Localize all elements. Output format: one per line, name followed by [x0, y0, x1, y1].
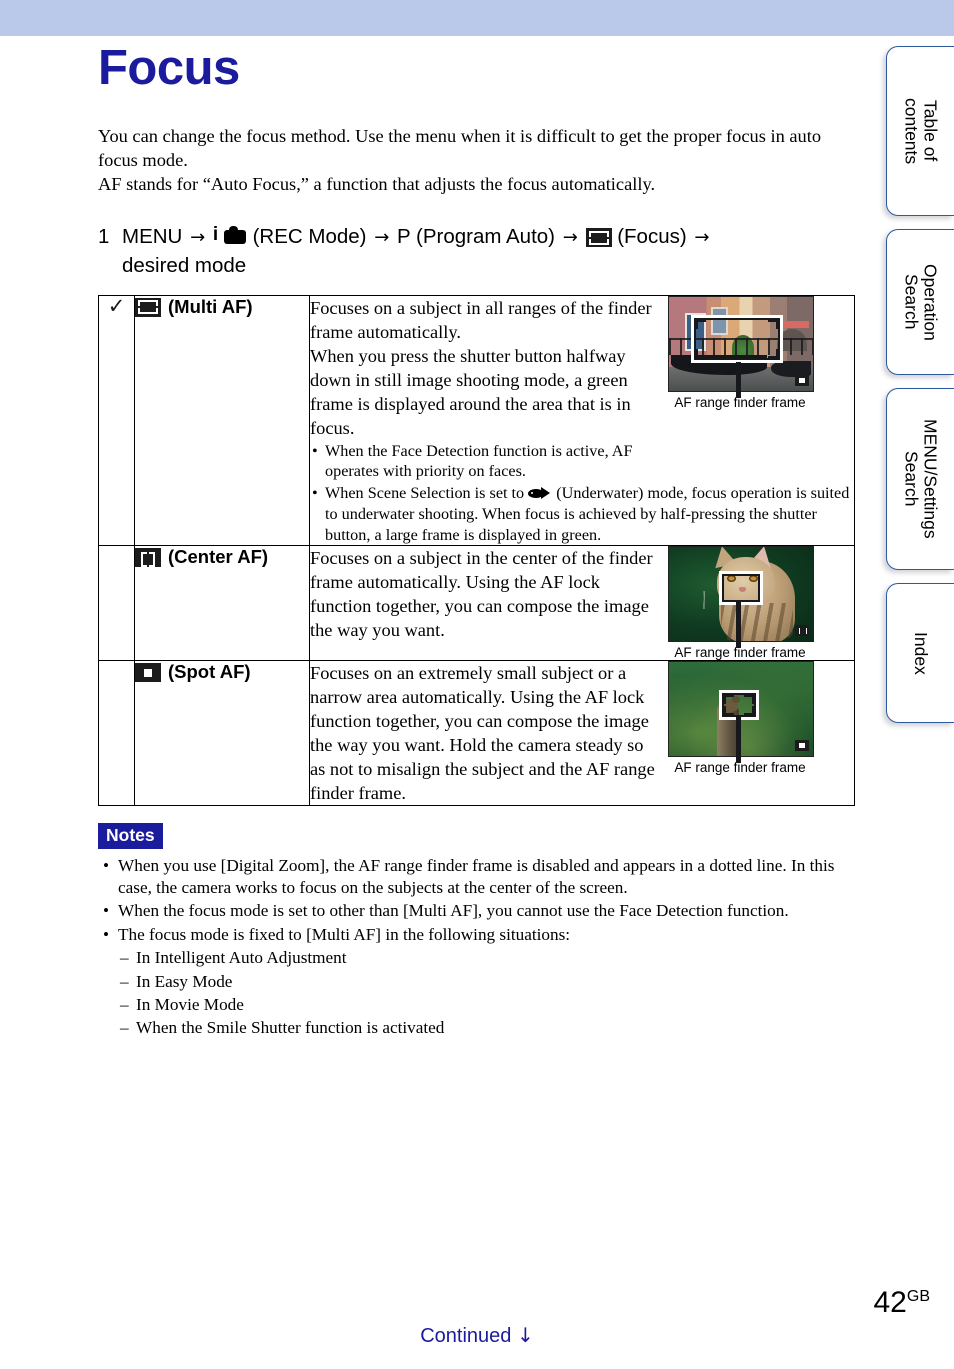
page-content: Focus You can change the focus method. U…	[98, 0, 855, 1040]
tab-label-menu-settings-search: MENU/Settings Search	[901, 419, 941, 539]
figure-leader-line	[736, 361, 741, 398]
notes-list: When you use [Digital Zoom], the AF rang…	[98, 855, 854, 1040]
notes-section: Notes When you use [Digital Zoom], the A…	[98, 823, 854, 1040]
note-sub-item: In Easy Mode	[98, 971, 854, 994]
spot-af-icon	[135, 663, 161, 683]
checkmark-icon: ✓	[107, 293, 126, 318]
step-focus-label: (Focus)	[617, 225, 687, 249]
description-cell-multi-af: Focuses on a subject in all ranges of th…	[309, 294, 855, 547]
center-af-mode-badge-icon	[795, 625, 809, 637]
desc-multi-af-p2: When you press the shutter button halfwa…	[310, 345, 631, 438]
arrow-icon-3: →	[562, 227, 578, 249]
multi-af-icon	[135, 297, 161, 317]
mode-label-multi-af: (Multi AF)	[168, 295, 253, 317]
intro-line-2: AF stands for “Auto Focus,” a function t…	[98, 174, 656, 195]
step-program-label: (Program Auto)	[416, 225, 555, 249]
step-instruction: 1 MENU → i (REC Mode) → P (Program Auto) …	[98, 222, 854, 280]
center-af-icon	[135, 548, 161, 568]
default-check-cell: ✓	[98, 293, 135, 547]
mode-label-spot-af: (Spot AF)	[168, 661, 251, 683]
sidebar-item-index[interactable]: Index	[886, 583, 954, 723]
desc-bullets-multi-af: When the Face Detection function is acti…	[310, 441, 854, 546]
continued-indicator: Continued ↓	[0, 1323, 954, 1348]
step-desired-mode: desired mode	[122, 254, 247, 278]
notes-heading-badge: Notes	[98, 823, 163, 849]
desc-bullet-2-pre: When Scene Selection is set to	[325, 484, 525, 503]
underwater-fish-icon	[528, 487, 552, 500]
multi-af-icon	[585, 228, 612, 248]
tab-label-operation-search: Operation Search	[901, 263, 941, 341]
focus-modes-table: ✓ (Multi AF) Focuses on a subject in all…	[98, 293, 855, 807]
description-cell-center-af: Focuses on a subject in the center of th…	[309, 545, 855, 662]
sidebar-item-operation-search[interactable]: Operation Search	[886, 229, 954, 375]
default-check-cell	[98, 545, 135, 662]
page-number-suffix: GB	[906, 1288, 930, 1305]
page-number-value: 42	[873, 1286, 907, 1319]
step-rec-mode-label: (REC Mode)	[252, 225, 367, 249]
mode-name-cell-center-af: (Center AF)	[134, 545, 310, 662]
mode-label-center-af: (Center AF)	[168, 546, 269, 568]
intro-paragraphs: You can change the focus method. Use the…	[98, 124, 854, 196]
mode-name-cell-spot-af: (Spot AF)	[134, 660, 310, 807]
desc-bullet-1: When the Face Detection function is acti…	[310, 441, 677, 482]
figure-spot-af: AF range finder frame	[668, 661, 816, 775]
step-menu-label: MENU	[122, 225, 183, 249]
note-sub-item: When the Smile Shutter function is activ…	[98, 1017, 854, 1040]
note-item: When the focus mode is set to other than…	[98, 900, 854, 922]
note-sub-item: In Intelligent Auto Adjustment	[98, 947, 854, 970]
note-item: The focus mode is fixed to [Multi AF] in…	[98, 924, 854, 946]
table-row: ✓ (Multi AF) Focuses on a subject in all…	[98, 293, 855, 547]
af-range-finder-frame-overlay	[691, 314, 783, 363]
spot-af-mode-badge-icon	[795, 740, 809, 752]
table-row: (Spot AF) Focuses on an extremely small …	[98, 660, 855, 807]
desc-multi-af-p1: Focuses on a subject in all ranges of th…	[310, 297, 652, 342]
figure-multi-af: AF range finder frame	[668, 295, 816, 410]
af-range-finder-frame-overlay	[719, 571, 763, 606]
figure-leader-line	[736, 717, 741, 764]
side-tab-rail: Table of contents Operation Search MENU/…	[886, 46, 954, 736]
step-program-letter: P	[396, 225, 411, 249]
figure-leader-line	[736, 602, 741, 649]
mode-name-cell-multi-af: (Multi AF)	[134, 294, 310, 547]
note-item: When you use [Digital Zoom], the AF rang…	[98, 855, 854, 899]
desc-spot-af-p1: Focuses on an extremely small subject or…	[310, 663, 655, 804]
sidebar-item-table-of-contents[interactable]: Table of contents	[886, 46, 954, 216]
arrow-icon-2: →	[374, 227, 390, 249]
page-title: Focus	[98, 41, 240, 95]
down-arrow-icon: ↓	[516, 1323, 534, 1347]
tab-label-index: Index	[910, 631, 931, 675]
page-number: 42GB	[874, 1286, 931, 1320]
continued-label: Continued	[420, 1325, 512, 1347]
multi-af-mode-badge-icon	[795, 374, 809, 386]
note-sub-item: In Movie Mode	[98, 994, 854, 1017]
desc-bullet-2: When Scene Selection is set to (Underwat…	[310, 483, 854, 545]
af-range-finder-frame-overlay	[719, 690, 759, 721]
tab-label-table-of-contents: Table of contents	[901, 97, 941, 165]
table-row: (Center AF) Focuses on a subject in the …	[98, 545, 855, 662]
desc-center-af-p1: Focuses on a subject in the center of th…	[310, 548, 653, 641]
sample-photo-bird-on-stump	[668, 661, 814, 758]
step-number: 1	[98, 225, 110, 249]
arrow-icon-1: →	[190, 227, 206, 249]
figure-center-af: AF range finder frame	[668, 546, 816, 660]
description-cell-spot-af: Focuses on an extremely small subject or…	[309, 660, 855, 807]
sidebar-item-menu-settings-search[interactable]: MENU/Settings Search	[886, 388, 954, 570]
intro-line-1: You can change the focus method. Use the…	[98, 126, 822, 171]
sample-photo-tabby-cat	[668, 546, 814, 643]
arrow-icon-4: →	[694, 227, 710, 249]
sample-photo-venice-canal	[668, 295, 814, 392]
rec-mode-icon: i	[213, 225, 247, 246]
default-check-cell	[98, 660, 135, 807]
